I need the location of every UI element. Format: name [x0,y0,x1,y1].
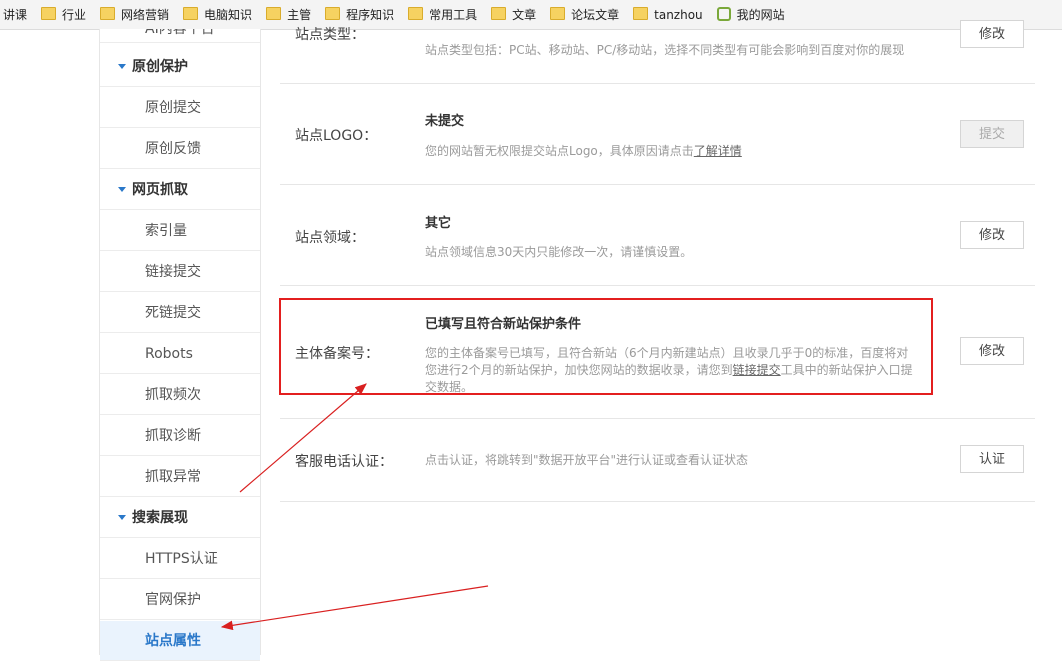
annotation-arrow-up [239,383,367,493]
annotation-arrows [220,383,489,631]
annotation-arrow-left [220,585,489,631]
